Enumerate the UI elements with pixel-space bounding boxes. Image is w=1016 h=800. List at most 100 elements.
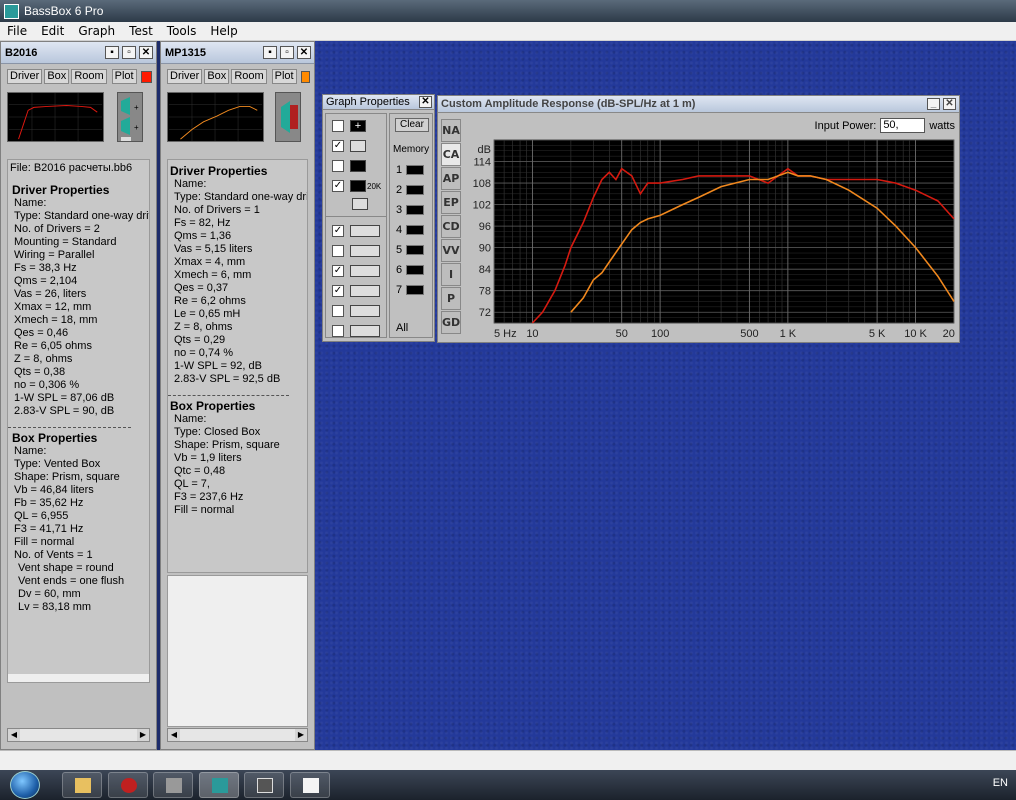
property-line: Type: Standard one-way driver bbox=[14, 210, 150, 222]
edit-icon bbox=[303, 778, 319, 793]
driver-properties-heading: Driver Properties bbox=[12, 183, 110, 197]
property-line: 1-W SPL = 87,06 dB bbox=[14, 392, 115, 404]
start-button[interactable] bbox=[10, 771, 40, 799]
tab-room[interactable]: Room bbox=[231, 69, 267, 84]
grid-icon[interactable] bbox=[350, 140, 366, 152]
menu-file[interactable]: File bbox=[0, 24, 34, 38]
scroll-right-icon[interactable]: ▶ bbox=[295, 729, 307, 741]
tab-box[interactable]: Box bbox=[204, 69, 230, 84]
y-tick-label: 102 bbox=[473, 200, 491, 212]
tab-ca[interactable]: CA bbox=[441, 143, 461, 166]
crosshair-icon[interactable]: + bbox=[350, 120, 366, 132]
horizontal-scrollbar[interactable]: ◀ ▶ bbox=[167, 728, 308, 742]
properties-text: Driver Properties Name: Type: Standard on… bbox=[167, 159, 308, 573]
taskbar-app-3[interactable] bbox=[290, 772, 330, 798]
room-sound-icon[interactable] bbox=[350, 265, 380, 277]
import-icon[interactable] bbox=[350, 325, 380, 337]
y-tick-label: 72 bbox=[479, 307, 491, 319]
language-indicator[interactable]: EN bbox=[993, 777, 1008, 789]
tab-gd[interactable]: GD bbox=[441, 311, 461, 334]
taskbar-bassbox[interactable] bbox=[199, 772, 239, 798]
option-checkbox[interactable]: ✓ bbox=[332, 180, 344, 192]
measure-icon[interactable] bbox=[350, 305, 380, 317]
scroll-left-icon[interactable]: ◀ bbox=[168, 729, 180, 741]
filter-checkbox[interactable]: ✓ bbox=[332, 285, 344, 297]
tab-p[interactable]: P bbox=[441, 287, 461, 310]
room-checkbox[interactable]: ✓ bbox=[332, 265, 344, 277]
memory-slot-5-button[interactable] bbox=[406, 245, 425, 255]
scroll-right-icon[interactable]: ▶ bbox=[137, 729, 149, 741]
horizontal-scrollbar[interactable]: ◀ ▶ bbox=[7, 728, 150, 742]
panel-header: B2016 ▪ ▫ ✕ bbox=[1, 42, 156, 64]
tab-na[interactable]: NA bbox=[441, 119, 461, 142]
speaker-checkbox[interactable]: ✓ bbox=[332, 225, 344, 237]
property-line: no = 0,74 % bbox=[174, 347, 234, 359]
minimize-icon[interactable]: _ bbox=[927, 98, 940, 110]
speaker-sound-icon[interactable] bbox=[350, 225, 380, 237]
memory-slot-1-button[interactable] bbox=[406, 165, 425, 175]
tab-driver[interactable]: Driver bbox=[7, 69, 43, 84]
option-checkbox[interactable] bbox=[332, 120, 344, 132]
menu-graph[interactable]: Graph bbox=[71, 24, 122, 38]
properties-text: File: B2016 расчеты.bb6 Driver Propertie… bbox=[7, 159, 150, 683]
memory-slot-3: 3 bbox=[396, 204, 403, 216]
filter-icon[interactable] bbox=[350, 285, 380, 297]
input-power-field[interactable]: 50, bbox=[880, 118, 926, 133]
response-thumbnail bbox=[7, 92, 104, 142]
save-icon[interactable]: ▪ bbox=[263, 46, 277, 59]
y-tick-label: 78 bbox=[479, 286, 491, 298]
clear-button[interactable]: Clear bbox=[395, 118, 429, 132]
option-checkbox[interactable] bbox=[332, 245, 344, 257]
copy-icon[interactable]: ▫ bbox=[280, 46, 294, 59]
option-checkbox[interactable] bbox=[332, 325, 344, 337]
taskbar-app-2[interactable] bbox=[244, 772, 284, 798]
property-line: Shape: Prism, square bbox=[14, 471, 120, 483]
plot-color-swatch[interactable] bbox=[300, 70, 310, 83]
memory-slot-7-button[interactable] bbox=[406, 285, 425, 295]
input-power-label: Input Power: bbox=[814, 119, 877, 132]
taskbar-app[interactable] bbox=[153, 772, 193, 798]
box-sound-icon[interactable] bbox=[350, 245, 380, 257]
vertical-scale-icon[interactable] bbox=[350, 160, 366, 172]
browser-icon bbox=[121, 778, 137, 793]
plot-color-swatch[interactable] bbox=[140, 70, 152, 83]
speaker-icon[interactable]: + + bbox=[117, 92, 143, 142]
grid-checkbox[interactable]: ✓ bbox=[332, 140, 344, 152]
tab-plot[interactable]: Plot bbox=[271, 69, 297, 84]
tab-driver[interactable]: Driver bbox=[167, 69, 203, 84]
option-checkbox[interactable] bbox=[332, 305, 344, 317]
close-icon[interactable]: ✕ bbox=[419, 96, 432, 108]
y-tick-label: 96 bbox=[479, 221, 491, 233]
menu-test[interactable]: Test bbox=[122, 24, 160, 38]
memory-slot-4-button[interactable] bbox=[406, 225, 425, 235]
memory-all-button[interactable]: All bbox=[396, 322, 408, 334]
tab-room[interactable]: Room bbox=[71, 69, 107, 84]
tab-ap[interactable]: AP bbox=[441, 167, 461, 190]
close-icon[interactable]: ✕ bbox=[139, 46, 153, 59]
property-line: Qms = 1,36 bbox=[174, 230, 232, 242]
export-icon[interactable] bbox=[352, 198, 368, 210]
scroll-left-icon[interactable]: ◀ bbox=[8, 729, 20, 741]
taskbar-explorer[interactable] bbox=[62, 772, 102, 798]
speaker-icon[interactable] bbox=[275, 92, 301, 142]
tab-i[interactable]: I bbox=[441, 263, 461, 286]
property-line: Qts = 0,29 bbox=[174, 334, 226, 346]
memory-slot-3-button[interactable] bbox=[406, 205, 425, 215]
tab-box[interactable]: Box bbox=[44, 69, 70, 84]
taskbar-opera[interactable] bbox=[108, 772, 148, 798]
menu-help[interactable]: Help bbox=[203, 24, 244, 38]
save-icon[interactable]: ▪ bbox=[105, 46, 119, 59]
tab-plot[interactable]: Plot bbox=[111, 69, 137, 84]
frequency-range-icon[interactable] bbox=[350, 180, 366, 192]
tab-ep[interactable]: EP bbox=[441, 191, 461, 214]
memory-slot-2-button[interactable] bbox=[406, 185, 425, 195]
memory-slot-6-button[interactable] bbox=[406, 265, 425, 275]
close-icon[interactable]: ✕ bbox=[943, 98, 956, 110]
menu-tools[interactable]: Tools bbox=[160, 24, 204, 38]
tab-vv[interactable]: VV bbox=[441, 239, 461, 262]
copy-icon[interactable]: ▫ bbox=[122, 46, 136, 59]
close-icon[interactable]: ✕ bbox=[297, 46, 311, 59]
option-checkbox[interactable] bbox=[332, 160, 344, 172]
tab-cd[interactable]: CD bbox=[441, 215, 461, 238]
menu-edit[interactable]: Edit bbox=[34, 24, 71, 38]
